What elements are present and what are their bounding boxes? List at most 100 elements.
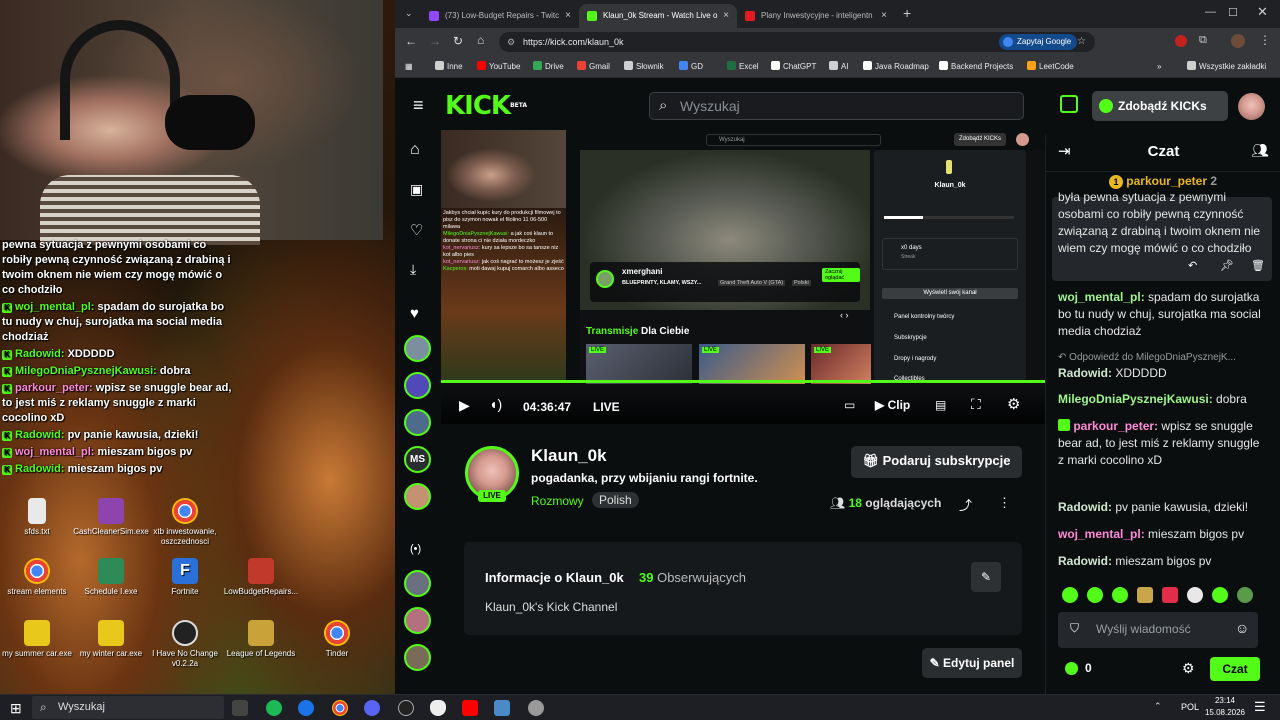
- followed-channel-avatar[interactable]: [404, 335, 431, 362]
- close-tab-icon[interactable]: ×: [881, 4, 887, 28]
- tab-search-icon[interactable]: ⌄: [405, 8, 413, 19]
- bookmark-slownik[interactable]: Słownik: [624, 56, 664, 78]
- clock[interactable]: 23:14 15.08.2026: [1200, 695, 1250, 719]
- chatters-icon[interactable]: 👥︎: [1251, 142, 1269, 159]
- emote-icon[interactable]: [1062, 587, 1078, 603]
- bookmark-gd[interactable]: GD: [679, 56, 703, 78]
- followed-channel-avatar[interactable]: [404, 409, 431, 436]
- download-icon[interactable]: ⤓: [410, 261, 416, 278]
- following-heart-icon[interactable]: ♡: [410, 221, 423, 239]
- start-windows-icon[interactable]: ⊞: [10, 700, 22, 717]
- send-chat-button[interactable]: Czat: [1210, 657, 1260, 681]
- new-tab-icon[interactable]: +: [903, 5, 911, 21]
- emote-icon[interactable]: [1137, 587, 1153, 603]
- reply-icon[interactable]: ↶: [1188, 259, 1197, 272]
- close-tab-icon[interactable]: ×: [565, 4, 571, 28]
- browse-icon[interactable]: ▣: [410, 181, 423, 198]
- emoji-icon[interactable]: ☺: [1235, 620, 1249, 636]
- delete-icon[interactable]: 🗑︎: [1251, 259, 1265, 272]
- video-player[interactable]: Wyszukaj Zdobądź KICKs Jakbys chciał kup…: [441, 130, 1045, 424]
- gear-app-icon[interactable]: [528, 700, 544, 716]
- emote-icon[interactable]: [1112, 587, 1128, 603]
- url-input[interactable]: ⚙ https://kick.com/klaun_0k Zapytaj Goog…: [499, 32, 1095, 52]
- bookmark-ai[interactable]: AI: [829, 56, 849, 78]
- emote-icon[interactable]: [1162, 587, 1178, 603]
- all-bookmarks-folder[interactable]: Wszystkie zakładki: [1187, 56, 1266, 78]
- clip-button[interactable]: ▶ Clip: [875, 398, 910, 412]
- chrome-icon[interactable]: [332, 700, 348, 716]
- recommended-channel-avatar[interactable]: [404, 644, 431, 671]
- spotify-icon[interactable]: [266, 700, 282, 716]
- desktop-icon-xtb[interactable]: xtb inwestowanie, oszczednosci: [140, 498, 230, 547]
- live-indicator[interactable]: LIVE: [593, 400, 620, 414]
- tab-plany[interactable]: Plany Inwestycyjne - inteligentn ×: [737, 4, 895, 28]
- shield-icon[interactable]: ⛉: [1070, 621, 1079, 636]
- bookmark-excel[interactable]: Excel: [727, 56, 759, 78]
- emote-icon[interactable]: [1212, 587, 1228, 603]
- reply-reference[interactable]: ↶ Odpowiedź do MilegoDniaPysznejK...: [1058, 349, 1268, 366]
- reload-icon[interactable]: ↻: [453, 34, 463, 48]
- chat-settings-gear-icon[interactable]: ⚙: [1182, 660, 1195, 677]
- obs-icon[interactable]: [398, 700, 414, 716]
- highlighted-message[interactable]: była pewna sytuacja z pewnymi osobami co…: [1052, 190, 1272, 281]
- edit-panel-button[interactable]: ✎ Edytuj panel: [922, 648, 1022, 678]
- edge-icon[interactable]: [298, 700, 314, 716]
- miniplayer-icon[interactable]: ▤: [935, 398, 946, 412]
- recommended-channel-avatar[interactable]: [404, 607, 431, 634]
- more-bookmarks-icon[interactable]: »: [1157, 56, 1161, 78]
- youtube-icon[interactable]: [462, 700, 478, 716]
- taskbar-search-input[interactable]: ⌕ Wyszukaj: [32, 696, 224, 719]
- kick-logo[interactable]: KICKBETA: [445, 92, 527, 120]
- tray-chevron-icon[interactable]: ⌃: [1154, 701, 1162, 712]
- bookmark-backend-projects[interactable]: Backend Projects: [939, 56, 1013, 78]
- language-tag[interactable]: Polish: [592, 492, 639, 508]
- gift-subs-button[interactable]: 🎁︎ Podaruj subskrypcje: [851, 446, 1022, 478]
- ghost-app-icon[interactable]: [430, 700, 446, 716]
- pin-icon[interactable]: 📌︎: [1220, 259, 1234, 272]
- streamer-name[interactable]: Klaun_0k: [531, 446, 607, 466]
- extensions-puzzle-icon[interactable]: ⧉: [1199, 34, 1207, 47]
- bookmark-star-icon[interactable]: ☆: [1077, 32, 1086, 52]
- notepad-icon[interactable]: [494, 700, 510, 716]
- followed-channel-avatar[interactable]: MS: [404, 446, 431, 473]
- input-language[interactable]: POL: [1181, 702, 1199, 712]
- more-options-icon[interactable]: ⋮: [998, 495, 1011, 511]
- notifications-icon[interactable]: ☰: [1254, 699, 1266, 715]
- minimize-icon[interactable]: —: [1205, 6, 1216, 18]
- back-icon[interactable]: ←: [405, 34, 417, 48]
- volume-icon[interactable]: ◖): [489, 396, 502, 412]
- kick-dashboard-icon[interactable]: [1060, 95, 1078, 113]
- emote-icon[interactable]: [1237, 587, 1253, 603]
- bookmark-drive[interactable]: Drive: [533, 56, 564, 78]
- tab-kick[interactable]: Klaun_0k Stream - Watch Live o ×: [579, 4, 737, 28]
- bookmark-chatgpt[interactable]: ChatGPT: [771, 56, 816, 78]
- share-icon[interactable]: ⤴: [959, 495, 972, 514]
- bookmark-leetcode[interactable]: LeetCode: [1027, 56, 1074, 78]
- search-input[interactable]: ⌕ Wyszukaj: [649, 92, 1024, 120]
- emote-icon[interactable]: [1187, 587, 1203, 603]
- site-info-icon[interactable]: ⚙: [507, 32, 515, 52]
- category-link[interactable]: Rozmowy: [531, 494, 584, 508]
- fullscreen-icon[interactable]: ⛶: [971, 396, 981, 413]
- hamburger-menu-icon[interactable]: ≡: [413, 95, 424, 116]
- settings-gear-icon[interactable]: ⚙: [1007, 395, 1020, 413]
- apps-grid-icon[interactable]: ▦: [405, 56, 413, 78]
- maximize-icon[interactable]: ☐: [1228, 6, 1238, 19]
- home-icon[interactable]: ⌂: [477, 33, 484, 47]
- edit-pencil-icon[interactable]: ✎: [971, 562, 1001, 592]
- close-window-icon[interactable]: ✕: [1257, 4, 1268, 20]
- pinned-leaderboard[interactable]: 1 parkour_peter 2: [1058, 174, 1268, 189]
- desktop-icon-lowbudgetrepairs[interactable]: LowBudgetRepairs...: [216, 558, 306, 597]
- get-kicks-button[interactable]: Zdobądź KICKs: [1092, 91, 1228, 121]
- desktop-icon-tinder[interactable]: Tinder: [292, 620, 382, 659]
- close-tab-icon[interactable]: ×: [723, 4, 729, 28]
- followed-channel-avatar[interactable]: [404, 372, 431, 399]
- forward-icon[interactable]: →: [429, 34, 441, 48]
- user-avatar[interactable]: [1238, 93, 1265, 120]
- theatre-icon[interactable]: ▭: [844, 398, 855, 412]
- browser-menu-icon[interactable]: ⋮: [1259, 33, 1271, 47]
- home-icon[interactable]: ⌂: [410, 141, 420, 159]
- emote-icon[interactable]: [1087, 587, 1103, 603]
- tab-twitch[interactable]: (73) Low-Budget Repairs - Twitc ×: [421, 4, 579, 28]
- bookmark-gmail[interactable]: Gmail: [577, 56, 610, 78]
